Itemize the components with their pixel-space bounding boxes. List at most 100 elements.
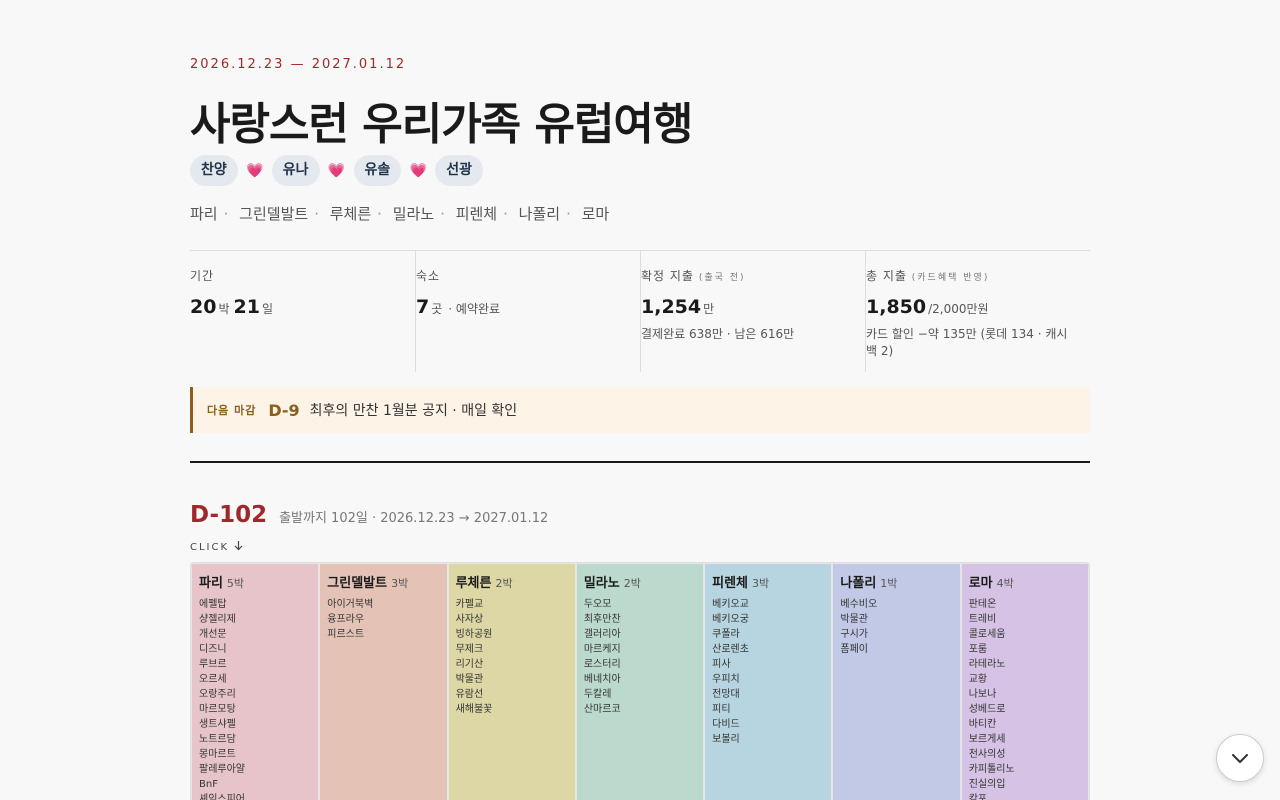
- nights-unit: 박: [218, 302, 230, 316]
- city-spot: 루브르: [199, 659, 227, 670]
- city-spot: 폼페이: [840, 644, 869, 655]
- route-city: 그린델발트: [239, 205, 309, 223]
- city-spot: 쿠폴라: [712, 629, 740, 640]
- stat-label: 확정 지출 (출국 전): [641, 267, 845, 284]
- deadline-dday: D-9: [268, 400, 300, 420]
- city-spot: 오르세: [199, 674, 227, 685]
- city-spot: 생트샤펠: [199, 719, 236, 730]
- city-spot: 새해불꽃: [455, 704, 493, 715]
- city-header: 밀라노 2박: [584, 572, 696, 591]
- city-spot: 박물관: [840, 614, 869, 625]
- scroll-down-button[interactable]: [1216, 734, 1264, 782]
- lodging-count: 7: [416, 296, 430, 318]
- days-value: 21: [233, 296, 260, 318]
- city-name: 그린델발트: [327, 576, 388, 591]
- city-nights: 3박: [752, 577, 770, 590]
- city-spot: 피사: [712, 659, 731, 670]
- city-spot: 빙하공원: [455, 629, 493, 640]
- city-column[interactable]: 그린델발트 3박 아이거북벽 융프라우 피르스트: [320, 564, 447, 800]
- chevron-down-icon: [1231, 749, 1249, 768]
- city-spot: 개선문: [199, 629, 227, 640]
- city-spot: 나보나: [968, 689, 997, 700]
- city-nights: 1박: [880, 577, 898, 590]
- countdown-sub: 출발까지 102일 · 2026.12.23 → 2027.01.12: [279, 511, 549, 526]
- confirmed-amount: 1,254: [641, 296, 702, 318]
- city-nights: 2박: [495, 577, 513, 590]
- city-spot: 진실의입: [968, 779, 1006, 790]
- stat-label-text: 총 지출: [866, 269, 907, 283]
- member-chip: 선광: [435, 155, 484, 186]
- city-spot: 산마르코: [583, 704, 621, 715]
- member-chip: 찬양: [190, 155, 238, 186]
- city-spot: 베키오교: [712, 599, 749, 610]
- stat-total-spend: 총 지출 (카드혜택 반영) 1,850/2,000만원 카드 할인 −약 13…: [865, 251, 1090, 372]
- city-nights: 2박: [623, 577, 641, 590]
- heart-icon: 💗: [409, 162, 428, 179]
- route-city: 파리: [190, 205, 218, 223]
- city-header: 피렌체 3박: [712, 572, 824, 591]
- city-spot: 유람선: [455, 689, 484, 700]
- city-spot: 두칼레: [583, 689, 612, 700]
- city-spot: 다비드: [712, 719, 740, 730]
- city-spot: 전망대: [712, 689, 740, 700]
- stat-confirmed-spend: 확정 지출 (출국 전) 1,254 만 결제완료 638만 · 남은 616만: [640, 251, 865, 372]
- city-spot: 교황: [968, 674, 988, 685]
- city-spot: 카피톨리노: [968, 764, 1015, 775]
- city-column[interactable]: 루체른 2박 카펠교 사자상 빙하공원 무제크 리기산 박물관 유람선 새해불꽃: [448, 564, 575, 800]
- route-city: 피렌체: [455, 205, 498, 223]
- member-chip: 유나: [271, 155, 320, 186]
- trip-dates: 2026.12.23 — 2027.01.12: [190, 57, 407, 72]
- member-chip: 유솔: [353, 155, 402, 186]
- stat-value: 7 곳 · 예약완료: [416, 296, 620, 318]
- stat-sub: 결제완료 638만 · 남은 616만: [641, 327, 795, 341]
- stat-value: 1,254 만: [641, 296, 845, 318]
- city-spot: 박물관: [455, 674, 484, 685]
- city-spot: 오랑주리: [199, 689, 236, 700]
- city-spot: 포룸: [968, 644, 988, 655]
- city-header: 파리 5박: [199, 572, 311, 591]
- city-name: 파리: [199, 576, 223, 591]
- city-header: 루체른 2박: [456, 572, 568, 591]
- city-name: 로마: [968, 576, 993, 591]
- city-spot: 판테온: [968, 599, 997, 610]
- city-spot: 보르게세: [968, 734, 1006, 745]
- city-spot: 캄포: [968, 794, 988, 800]
- city-column[interactable]: 피렌체 3박 베키오교 베키오궁 쿠폴라 산로렌초 피사 우피치 전망대 피티 다비드 보볼리: [705, 564, 832, 800]
- city-nights: 3박: [391, 577, 409, 590]
- city-spot: 아이거북벽: [327, 599, 374, 610]
- stat-label-text: 확정 지출: [641, 269, 694, 283]
- city-name: 나폴리: [840, 576, 877, 591]
- countdown-dday: D-102: [190, 502, 268, 528]
- city-spot: 피르스트: [327, 629, 365, 640]
- city-spot: 디즈니: [199, 644, 227, 655]
- total-amount: 1,850: [866, 296, 927, 318]
- city-spot: 샹젤리제: [199, 614, 236, 625]
- stat-label-note: (출국 전): [698, 273, 746, 283]
- city-spot: 무제크: [455, 644, 484, 655]
- city-column[interactable]: 로마 4박 판테온 트레비 콜로세움 포룸 라테라노 교황 나보나 성베드로 바티칸 보르게세 천사의성…: [961, 564, 1088, 800]
- city-column[interactable]: 나폴리 1박 베수비오 박물관 구시가 폼페이: [833, 564, 960, 800]
- city-spot: 노트르담: [199, 734, 236, 745]
- member-list: 찬양 💗 유나 💗 유솔 💗 선광: [190, 155, 484, 186]
- city-header: 그린델발트 3박: [327, 572, 439, 591]
- confirmed-unit: 만: [703, 302, 715, 316]
- total-unit: /2,000만원: [928, 302, 989, 316]
- city-spot: 천사의성: [968, 749, 1006, 760]
- countdown: D-102 출발까지 102일 · 2026.12.23 → 2027.01.1…: [190, 502, 548, 528]
- city-spot: 산로렌초: [712, 644, 749, 655]
- stat-value: 20 박 21 일: [190, 296, 395, 318]
- section-divider: [190, 461, 1090, 463]
- city-column[interactable]: 밀라노 2박 두오모 최후만찬 갤러리아 마르케지 로스터리 베네치아 두칼레 산마르코: [576, 564, 704, 800]
- city-spot: 로스터리: [583, 659, 621, 670]
- city-spot: 콜로세움: [968, 629, 1006, 640]
- route-city: 밀라노: [392, 205, 435, 223]
- nights-value: 20: [190, 296, 217, 318]
- click-label: CLICK: [190, 542, 230, 553]
- city-column[interactable]: 파리 5박 에펠탑 샹젤리제 개선문 디즈니 루브르 오르세 오랑주리 마르모탕 생트샤펠 노트르담 몽…: [192, 564, 319, 800]
- stat-value: 1,850/2,000만원: [866, 296, 1070, 318]
- lodging-unit: 곳: [431, 302, 443, 316]
- city-spot: 보볼리: [712, 734, 740, 745]
- arrow-down-icon: [234, 541, 243, 554]
- city-spot: 라테라노: [968, 659, 1006, 670]
- stat-period: 기간 20 박 21 일: [190, 251, 415, 372]
